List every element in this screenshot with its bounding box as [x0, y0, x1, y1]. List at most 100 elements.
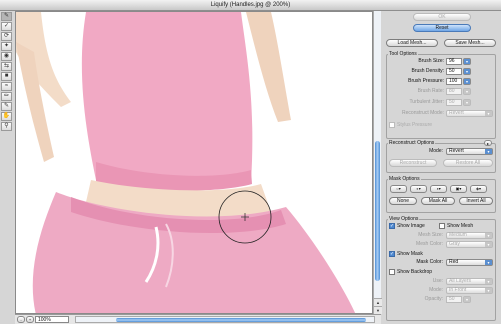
vertical-scroll-thumb[interactable]: [375, 141, 380, 281]
backdrop-opacity-dropdown[interactable]: ▾: [463, 296, 471, 303]
backdrop-use-label: Use:: [432, 278, 443, 284]
mask-invert-selection-icon[interactable]: ◈▾: [470, 185, 487, 193]
reconstruct-tool-icon[interactable]: ✓: [1, 22, 12, 31]
restore-all-button[interactable]: Restore All: [443, 159, 493, 167]
backdrop-mode-select[interactable]: In Front ▾: [446, 287, 493, 294]
brush-rate-dropdown[interactable]: ▾: [463, 88, 471, 95]
backdrop-opacity-field[interactable]: 50: [446, 296, 462, 303]
pucker-tool-icon[interactable]: ✦: [1, 42, 12, 51]
chevron-down-icon: ▾: [485, 111, 492, 116]
horizontal-scrollbar[interactable]: [75, 316, 375, 323]
turbulent-jitter-field[interactable]: 50: [446, 99, 462, 106]
brush-size-field[interactable]: 96: [446, 58, 462, 65]
mask-intersect-selection-icon[interactable]: ▣▾: [450, 185, 467, 193]
hand-tool-icon[interactable]: ✋: [1, 112, 12, 121]
brush-size-dropdown[interactable]: ▾: [463, 58, 471, 65]
reconstruct-options-toggle-icon[interactable]: ▸: [484, 140, 492, 146]
twirl-tool-icon[interactable]: ⟳: [1, 32, 12, 41]
brush-density-dropdown[interactable]: ▾: [463, 68, 471, 75]
reset-button[interactable]: Reset: [413, 24, 471, 32]
mask-add-selection-icon[interactable]: ◐▾: [410, 185, 427, 193]
reconstruct-mode-select[interactable]: Revert ▾: [446, 110, 493, 117]
chevron-down-icon: ▾: [485, 260, 492, 265]
thaw-mask-tool-icon[interactable]: ✎: [1, 102, 12, 111]
turbulence-tool-icon[interactable]: ≈: [1, 82, 12, 91]
stylus-pressure-checkbox[interactable]: [389, 122, 395, 128]
image-canvas[interactable]: [15, 11, 373, 314]
mask-options-title: Mask Options: [388, 176, 421, 182]
scroll-up-arrow-icon[interactable]: ▲: [374, 298, 382, 306]
chevron-down-icon: ▾: [485, 242, 492, 247]
mask-color-value: Red: [449, 259, 459, 265]
chevron-down-icon: ▾: [485, 149, 492, 154]
mesh-color-select[interactable]: Gray ▾: [446, 241, 493, 248]
zoom-in-icon[interactable]: +: [26, 316, 34, 323]
invert-all-button[interactable]: Invert All: [459, 197, 493, 205]
freeze-mask-tool-icon[interactable]: ✏: [1, 92, 12, 101]
show-backdrop-label: Show Backdrop: [397, 269, 433, 275]
backdrop-use-select[interactable]: All Layers ▾: [446, 278, 493, 285]
reconstruct-mode-select-2[interactable]: Revert ▾: [446, 148, 493, 155]
turbulent-jitter-dropdown[interactable]: ▾: [463, 99, 471, 106]
brush-size-label: Brush Size:: [418, 58, 444, 64]
backdrop-use-value: All Layers: [449, 278, 471, 284]
liquify-toolbar: ✎ ✓ ⟳ ✦ ◉ ⇆ ■ ≈ ✏ ✎ ✋ ⚲: [1, 12, 13, 132]
brush-pressure-label: Brush Pressure:: [408, 78, 444, 84]
backdrop-opacity-label: Opacity:: [424, 296, 443, 302]
mesh-size-label: Mesh Size:: [418, 232, 443, 238]
show-mask-label: Show Mask: [397, 251, 423, 257]
push-left-tool-icon[interactable]: ⇆: [1, 62, 12, 71]
reconstruct-button[interactable]: Reconstruct: [389, 159, 437, 167]
mask-replace-selection-icon[interactable]: ○▾: [390, 185, 407, 193]
save-mesh-button[interactable]: Save Mesh...: [444, 39, 496, 47]
photo-woman-pink-outfit: [16, 12, 372, 313]
brush-density-field[interactable]: 50: [446, 68, 462, 75]
show-image-label: Show Image: [397, 223, 425, 229]
mask-subtract-selection-icon[interactable]: ◑▾: [430, 185, 447, 193]
brush-pressure-field[interactable]: 100: [446, 78, 462, 85]
scroll-down-arrow-icon[interactable]: ▼: [374, 306, 382, 314]
load-mesh-button[interactable]: Load Mesh...: [386, 39, 438, 47]
brush-pressure-dropdown[interactable]: ▾: [463, 78, 471, 85]
backdrop-mode-value: In Front: [449, 287, 467, 293]
window-title-bar: Liquify (Handles.jpg @ 200%): [0, 0, 501, 11]
liquify-options-panel: OK Reset Load Mesh... Save Mesh... Tool …: [383, 11, 500, 324]
brush-density-label: Brush Density:: [411, 68, 444, 74]
backdrop-mode-label: Mode:: [429, 287, 443, 293]
chevron-down-icon: ▾: [485, 233, 492, 238]
mesh-size-value: Medium: [449, 232, 467, 238]
tool-options-title: Tool Options: [388, 51, 418, 57]
forward-warp-tool-icon[interactable]: ✎: [1, 12, 12, 21]
reconstruct-mode-label-2: Mode:: [429, 148, 443, 154]
mirror-tool-icon[interactable]: ■: [1, 72, 12, 81]
mask-color-select[interactable]: Red ▾: [446, 259, 493, 266]
status-bar: - + 100%: [15, 314, 381, 324]
show-backdrop-checkbox[interactable]: [389, 269, 395, 275]
turbulent-jitter-label: Turbulent Jitter:: [409, 99, 444, 105]
mask-none-button[interactable]: None: [389, 197, 417, 205]
show-mask-checkbox[interactable]: ✓: [389, 251, 395, 257]
zoom-out-icon[interactable]: -: [17, 316, 25, 323]
show-image-checkbox[interactable]: ✓: [389, 223, 395, 229]
show-mesh-label: Show Mesh: [447, 223, 474, 229]
zoom-level-field[interactable]: 100%: [35, 316, 69, 323]
chevron-down-icon: ▾: [485, 288, 492, 293]
reconstruct-options-title: Reconstruct Options: [388, 140, 436, 146]
mesh-color-label: Mesh Color:: [416, 241, 443, 247]
horizontal-scroll-thumb[interactable]: [116, 318, 366, 322]
bloat-tool-icon[interactable]: ◉: [1, 52, 12, 61]
mesh-color-value: Gray: [449, 241, 460, 247]
mask-color-label: Mask Color:: [416, 259, 443, 265]
zoom-level-value: 100%: [38, 317, 51, 323]
mask-all-button[interactable]: Mask All: [421, 197, 455, 205]
zoom-tool-icon[interactable]: ⚲: [1, 122, 12, 131]
stylus-pressure-label: Stylus Pressure: [397, 122, 433, 128]
vertical-scrollbar[interactable]: ▲ ▼: [373, 11, 382, 314]
show-mesh-checkbox[interactable]: [439, 223, 445, 229]
brush-rate-field[interactable]: 80: [446, 88, 462, 95]
mesh-size-select[interactable]: Medium ▾: [446, 232, 493, 239]
ok-button[interactable]: OK: [413, 13, 471, 21]
view-options-title: View Options: [388, 216, 420, 222]
chevron-down-icon: ▾: [485, 279, 492, 284]
reconstruct-mode-label: Reconstruct Mode:: [402, 110, 444, 116]
